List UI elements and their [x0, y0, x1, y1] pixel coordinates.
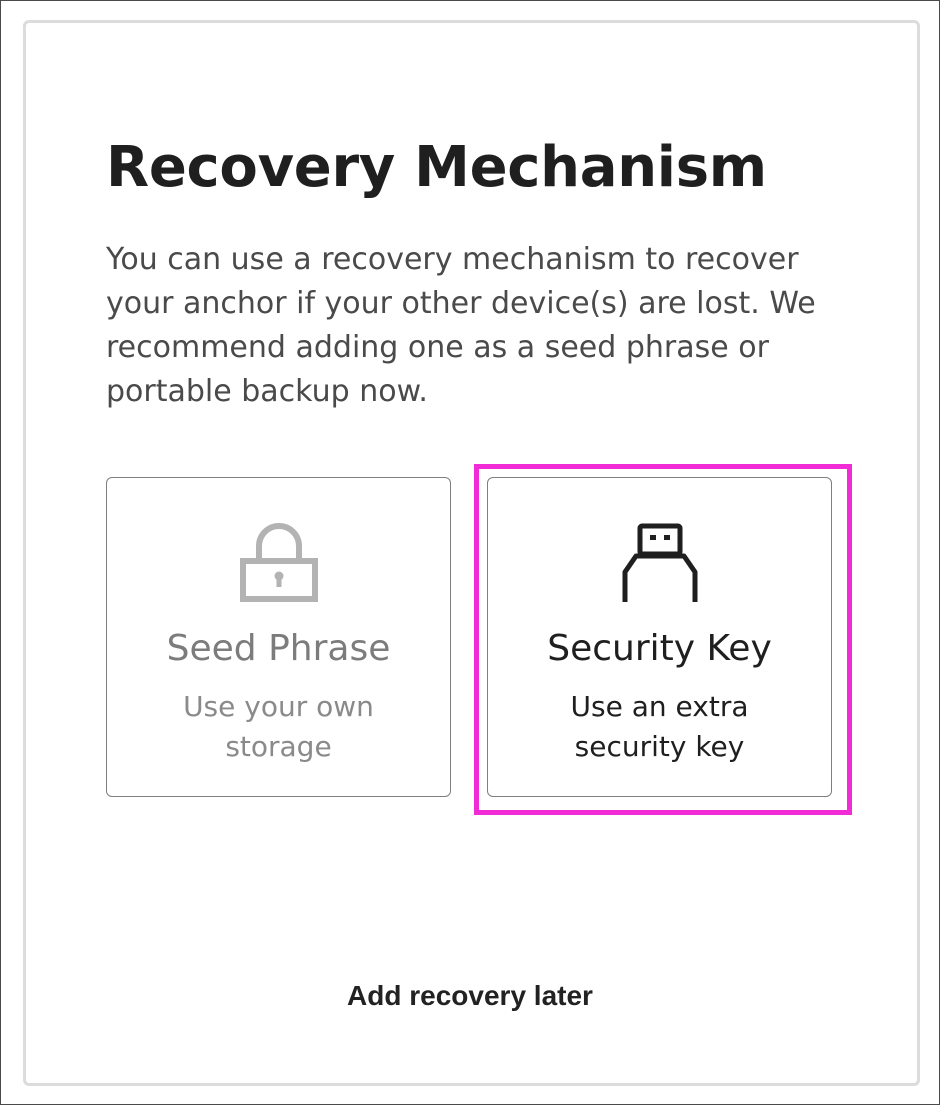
security-key-subtitle: Use an extra security key	[488, 687, 831, 767]
seed-phrase-subtitle-line: storage	[225, 730, 332, 763]
dialog-description: You can use a recovery mechanism to reco…	[106, 242, 816, 409]
security-key-subtitle-line: Use an extra	[570, 690, 749, 723]
seed-phrase-option[interactable]: Seed Phrase Use your own storage	[106, 477, 451, 797]
seed-phrase-subtitle-line: Use your own	[183, 690, 374, 723]
seed-phrase-title: Seed Phrase	[166, 628, 391, 669]
security-key-subtitle-line: security key	[574, 730, 745, 763]
lock-icon	[239, 520, 319, 604]
security-key-option[interactable]: Security Key Use an extra security key	[487, 477, 832, 797]
page-title: Recovery Mechanism	[106, 135, 767, 200]
add-recovery-later-link[interactable]: Add recovery later	[0, 980, 940, 1012]
seed-phrase-subtitle: Use your own storage	[107, 687, 450, 767]
usb-key-icon	[620, 520, 700, 604]
security-key-title: Security Key	[547, 628, 772, 669]
